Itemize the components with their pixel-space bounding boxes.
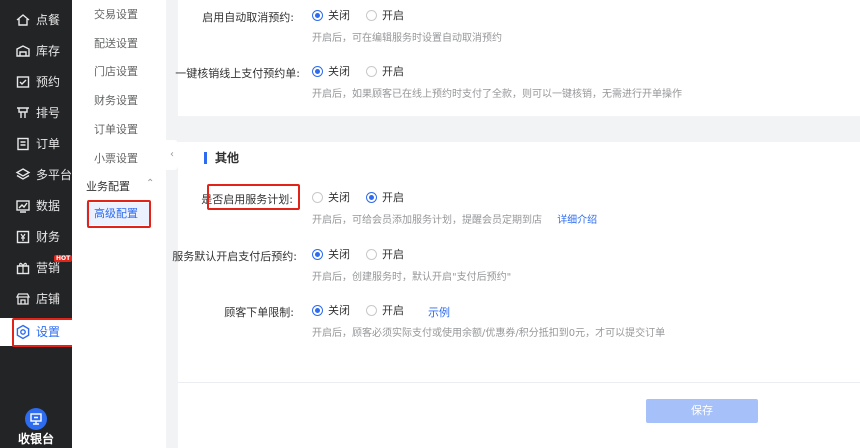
save-button[interactable]: 保存 — [646, 399, 758, 423]
default-pay-after-off-radio[interactable]: 关闭 — [312, 248, 350, 262]
cashier-icon — [25, 408, 47, 430]
service-plan-off-radio[interactable]: 关闭 — [312, 191, 350, 205]
radio-label: 开启 — [382, 248, 404, 261]
nav-item-appointment[interactable]: 预约 — [0, 68, 72, 96]
nav-label: 订单 — [36, 137, 61, 151]
subnav-item-delivery[interactable]: 配送设置 — [94, 35, 138, 51]
nav-item-marketing[interactable]: 营销 HOT — [0, 254, 73, 282]
order-limit-help: 开启后，顾客必须实际支付或使用余额/优惠券/积分抵扣到0元，才可以提交订单 — [312, 328, 666, 339]
radio-label: 关闭 — [328, 248, 350, 261]
service-plan-help: 开启后，可给会员添加服务计划，提醒会员定期到店 详细介绍 — [312, 211, 597, 226]
nav-item-finance[interactable]: 财务 — [0, 223, 72, 251]
nav-item-inventory[interactable]: 库存 — [0, 37, 72, 65]
order-limit-off-radio[interactable]: 关闭 — [312, 304, 350, 318]
queue-icon — [17, 107, 29, 118]
nav-label: 财务 — [36, 230, 61, 244]
default-pay-after-label: 服务默认开启支付后预约: — [172, 250, 297, 263]
auto-cancel-help: 开启后，可在编辑服务时设置自动取消预约 — [312, 33, 502, 44]
inventory-icon — [16, 45, 30, 57]
appointment-icon — [16, 76, 30, 88]
home-icon — [16, 14, 30, 26]
radio-label: 开启 — [382, 304, 404, 317]
finance-icon — [16, 230, 30, 244]
one-click-on-radio[interactable]: 开启 — [366, 65, 404, 79]
highlight-service-plan — [207, 184, 300, 210]
cashier-label: 收银台 — [17, 432, 54, 446]
subnav-item-finance[interactable]: 财务设置 — [94, 92, 138, 108]
order-icon — [17, 137, 29, 151]
collapse-sidebar-icon[interactable]: ‹ — [166, 140, 178, 170]
default-pay-after-help: 开启后，创建服务时，默认开启"支付后预约" — [312, 272, 512, 283]
nav-label: 库存 — [36, 44, 61, 58]
order-limit-on-radio[interactable]: 开启 — [366, 304, 404, 318]
details-link[interactable]: 详细介绍 — [557, 215, 597, 226]
one-click-off-radio[interactable]: 关闭 — [312, 65, 350, 79]
nav-label: 排号 — [36, 106, 61, 120]
example-link[interactable]: 示例 — [428, 304, 450, 320]
radio-label: 开启 — [382, 65, 404, 78]
nav-item-store[interactable]: 店铺 — [0, 285, 72, 313]
one-click-label: 一键核销线上支付预约单: — [175, 67, 300, 80]
nav-label: 店铺 — [36, 292, 61, 306]
nav-item-data[interactable]: 数据 — [0, 192, 72, 220]
one-click-help: 开启后，如果顾客已在线上预约时支付了全款，则可以一键核销，无需进行开单操作 — [312, 89, 682, 100]
nav-label: 预约 — [36, 75, 61, 89]
default-pay-after-on-radio[interactable]: 开启 — [366, 248, 404, 262]
subnav-item-receipt[interactable]: 小票设置 — [94, 150, 138, 166]
main-nav: 点餐 库存 预约 排号 订单 多平台 数据 财务 营销 HOT 店铺 设置 收银… — [0, 0, 73, 448]
service-plan-help-text: 开启后，可给会员添加服务计划，提醒会员定期到店 — [312, 215, 542, 226]
section-title-other: 其他 — [204, 152, 239, 164]
nav-item-multiplatform[interactable]: 多平台 — [0, 161, 72, 189]
radio-label: 开启 — [382, 191, 404, 204]
auto-cancel-label: 启用自动取消预约: — [202, 11, 294, 24]
radio-label: 关闭 — [328, 65, 350, 78]
auto-cancel-off-radio[interactable]: 关闭 — [312, 9, 350, 23]
radio-label: 关闭 — [328, 191, 350, 204]
hot-badge: HOT — [54, 255, 73, 262]
layers-icon — [15, 168, 31, 180]
marketing-icon — [16, 262, 30, 275]
nav-label: 多平台 — [36, 168, 73, 182]
store-icon — [15, 293, 31, 305]
subnav-item-orders[interactable]: 订单设置 — [94, 121, 138, 137]
nav-item-orders[interactable]: 订单 — [0, 130, 72, 158]
nav-item-queue[interactable]: 排号 — [0, 99, 72, 127]
service-plan-on-radio[interactable]: 开启 — [366, 191, 404, 205]
auto-cancel-on-radio[interactable]: 开启 — [366, 9, 404, 23]
data-icon — [16, 200, 30, 213]
order-limit-label: 顾客下单限制: — [224, 306, 294, 319]
radio-label: 开启 — [382, 9, 404, 22]
radio-label: 关闭 — [328, 9, 350, 22]
nav-label: 数据 — [36, 199, 61, 213]
cashier-button[interactable]: 收银台 — [0, 400, 72, 448]
radio-label: 关闭 — [328, 304, 350, 317]
nav-label: 点餐 — [36, 13, 61, 27]
nav-item-order-food[interactable]: 点餐 — [0, 6, 72, 34]
settings-main: 启用自动取消预约: 关闭 开启 开启后，可在编辑服务时设置自动取消预约 一键核销… — [172, 0, 860, 448]
footer-bar: 保存 — [178, 382, 860, 448]
chevron-up-icon: ⌃ — [146, 178, 155, 189]
nav-label: 营销 — [36, 261, 61, 275]
